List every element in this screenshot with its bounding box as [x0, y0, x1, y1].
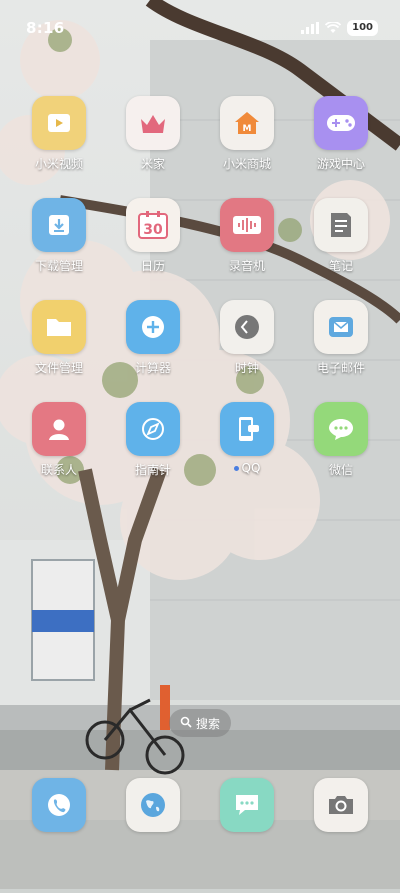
app-label: 下载管理: [34, 259, 83, 273]
globe-icon: [126, 778, 180, 832]
calendar-icon: 30: [126, 198, 180, 252]
status-icons: 100: [301, 19, 378, 38]
app-contacts[interactable]: 联系人: [12, 402, 106, 478]
app-label: 小米商城: [222, 157, 271, 171]
signal-icon: [301, 19, 320, 38]
app-label: 米家: [140, 157, 165, 171]
search-label: 搜索: [195, 716, 220, 731]
app-wechat[interactable]: 微信: [294, 402, 388, 478]
plus-icon: [126, 300, 180, 354]
app-email[interactable]: 电子邮件: [294, 300, 388, 376]
new-install-dot: [233, 466, 239, 471]
app-label-text: QQ: [241, 461, 261, 475]
app-label: 时钟: [234, 361, 259, 375]
camera-icon: [314, 778, 368, 832]
folder-icon: [32, 300, 86, 354]
app-label: QQ: [200, 461, 294, 475]
calendar-day-number: 30: [143, 222, 163, 238]
dock-camera[interactable]: [294, 778, 388, 832]
app-label: 笔记: [328, 259, 353, 273]
app-label: 文件管理: [34, 361, 83, 375]
app-label: 计算器: [134, 361, 171, 375]
app-notes[interactable]: 笔记: [294, 198, 388, 274]
app-game-center[interactable]: 游戏中心: [294, 96, 388, 172]
notes-icon: [314, 198, 368, 252]
video-play-icon: [32, 96, 86, 150]
battery-indicator: 100: [347, 20, 378, 36]
sound-wave-icon: [220, 198, 274, 252]
app-mi-mall[interactable]: M 小米商城: [200, 96, 294, 172]
app-label: 游戏中心: [316, 157, 365, 171]
wifi-icon: [324, 19, 342, 38]
app-label: 电子邮件: [316, 361, 365, 375]
app-label: 录音机: [228, 259, 265, 273]
app-file-manager[interactable]: 文件管理: [12, 300, 106, 376]
app-compass[interactable]: 指南针: [106, 402, 200, 478]
phone-icon: [32, 778, 86, 832]
app-mi-video[interactable]: 小米视频: [12, 96, 106, 172]
dock-messages[interactable]: [200, 778, 294, 832]
download-box-icon: [32, 198, 86, 252]
app-clock[interactable]: 时钟: [200, 300, 294, 376]
app-downloads[interactable]: 下载管理: [12, 198, 106, 274]
app-qq[interactable]: QQ: [200, 402, 294, 475]
compass-icon: [126, 402, 180, 456]
gamepad-icon: [314, 96, 368, 150]
message-icon: [220, 778, 274, 832]
crown-icon: [126, 96, 180, 150]
app-label: 小米视频: [34, 157, 83, 171]
chat-bubble-icon: [314, 402, 368, 456]
status-time: 8:16: [26, 19, 65, 37]
mall-house-icon: M: [220, 96, 274, 150]
clock-icon: [220, 300, 274, 354]
app-calendar[interactable]: 30 日历: [106, 198, 200, 274]
app-recorder[interactable]: 录音机: [200, 198, 294, 274]
status-bar: 8:16 100: [0, 0, 400, 56]
search-pill[interactable]: 搜索: [169, 709, 231, 737]
app-mijia[interactable]: 米家: [106, 96, 200, 172]
person-icon: [32, 402, 86, 456]
phone-chat-icon: [220, 402, 274, 456]
dock-browser[interactable]: [106, 778, 200, 832]
app-label: 日历: [140, 259, 165, 273]
mail-icon: [314, 300, 368, 354]
svg-text:M: M: [243, 124, 252, 134]
app-calculator[interactable]: 计算器: [106, 300, 200, 376]
search-icon: [180, 716, 192, 731]
app-label: 指南针: [134, 463, 171, 477]
dock-phone[interactable]: [12, 778, 106, 832]
app-label: 微信: [328, 463, 353, 477]
app-label: 联系人: [40, 463, 77, 477]
